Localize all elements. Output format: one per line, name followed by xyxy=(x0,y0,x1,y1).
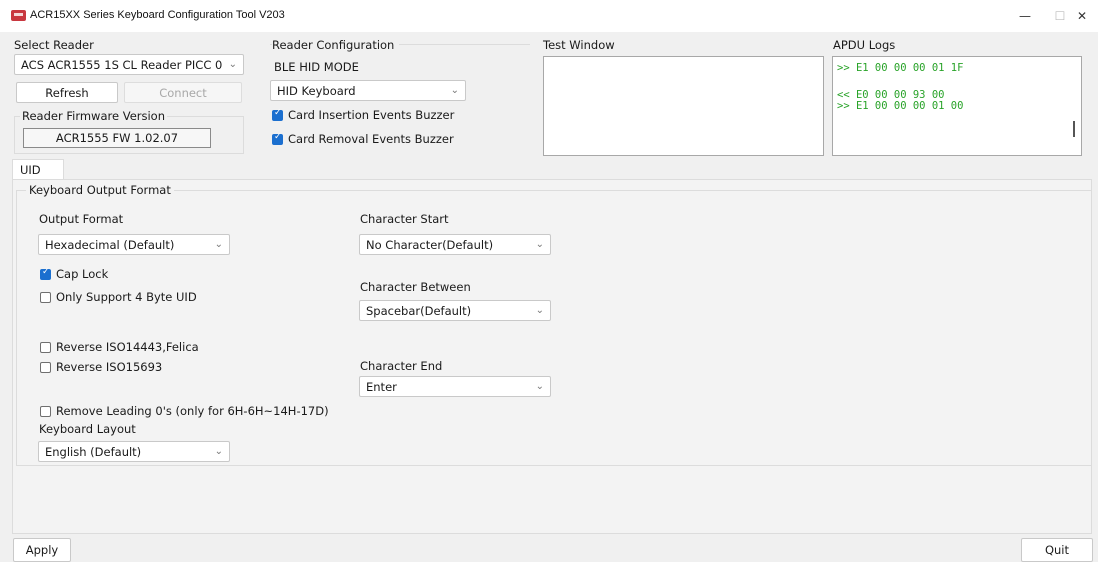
test-window-title: Test Window xyxy=(543,38,615,52)
chevron-down-icon: ⌄ xyxy=(450,85,459,96)
chevron-down-icon: ⌄ xyxy=(535,305,544,316)
app-icon xyxy=(11,10,26,21)
only-4-byte-uid-checkbox[interactable] xyxy=(40,292,51,303)
keyboard-output-format-title: Keyboard Output Format xyxy=(26,183,174,197)
connect-button[interactable]: Connect xyxy=(124,82,242,103)
quit-button[interactable]: Quit xyxy=(1021,538,1093,562)
character-start-select[interactable]: No Character(Default) ⌄ xyxy=(359,234,551,255)
cap-lock-label: Cap Lock xyxy=(56,267,109,281)
apply-button[interactable]: Apply xyxy=(13,538,71,562)
chevron-down-icon: ⌄ xyxy=(228,59,237,70)
character-start-select-value: No Character(Default) xyxy=(366,238,494,252)
ble-hid-mode-label: BLE HID MODE xyxy=(274,60,359,74)
chevron-down-icon: ⌄ xyxy=(214,239,223,250)
keyboard-layout-label: Keyboard Layout xyxy=(39,422,136,436)
character-start-label: Character Start xyxy=(360,212,449,226)
tab-uid-label: UID xyxy=(20,163,41,177)
hid-mode-select[interactable]: HID Keyboard ⌄ xyxy=(270,80,466,101)
output-format-select-value: Hexadecimal (Default) xyxy=(45,238,175,252)
log-scrollbar[interactable] xyxy=(1073,121,1075,137)
hid-mode-select-value: HID Keyboard xyxy=(277,84,356,98)
cap-lock-checkbox[interactable] xyxy=(40,267,51,280)
output-format-label: Output Format xyxy=(39,212,124,226)
log-line: >> E1 00 00 00 01 1F xyxy=(837,62,964,74)
reverse-iso14443-checkbox[interactable] xyxy=(40,342,51,353)
log-line: >> E1 00 00 00 01 00 xyxy=(837,100,964,112)
reverse-iso14443-label: Reverse ISO14443,Felica xyxy=(56,340,199,354)
keyboard-layout-select[interactable]: English (Default) ⌄ xyxy=(38,441,230,462)
removal-buzzer-checkbox[interactable] xyxy=(272,132,283,145)
keyboard-output-format-group xyxy=(16,190,1092,466)
chevron-down-icon: ⌄ xyxy=(535,381,544,392)
character-between-label: Character Between xyxy=(360,280,471,294)
tab-uid[interactable]: UID xyxy=(12,159,64,180)
minimize-icon[interactable]: — xyxy=(1005,0,1045,32)
insertion-buzzer-checkbox[interactable] xyxy=(272,108,283,121)
chevron-down-icon: ⌄ xyxy=(535,239,544,250)
remove-leading-zeros-label: Remove Leading 0's (only for 6H-6H~14H-1… xyxy=(56,404,329,418)
apdu-logs-textarea[interactable]: >> E1 00 00 00 01 1F << E0 00 00 93 00 >… xyxy=(832,56,1082,156)
test-window-textarea[interactable] xyxy=(543,56,824,156)
character-end-label: Character End xyxy=(360,359,443,373)
refresh-button[interactable]: Refresh xyxy=(16,82,118,103)
apdu-logs-title: APDU Logs xyxy=(833,38,896,52)
firmware-version-field: ACR1555 FW 1.02.07 xyxy=(23,128,211,148)
reader-config-title: Reader Configuration xyxy=(272,38,400,52)
select-reader-title: Select Reader xyxy=(14,38,94,52)
removal-buzzer-label: Card Removal Events Buzzer xyxy=(288,132,454,146)
only-4-byte-uid-label: Only Support 4 Byte UID xyxy=(56,290,197,304)
character-between-select[interactable]: Spacebar(Default) ⌄ xyxy=(359,300,551,321)
firmware-title: Reader Firmware Version xyxy=(20,109,168,123)
character-between-select-value: Spacebar(Default) xyxy=(366,304,472,318)
remove-leading-zeros-checkbox[interactable] xyxy=(40,406,51,417)
reader-select[interactable]: ACS ACR1555 1S CL Reader PICC 0 ⌄ xyxy=(14,54,244,75)
character-end-select-value: Enter xyxy=(366,380,397,394)
keyboard-layout-select-value: English (Default) xyxy=(45,445,142,459)
reader-select-value: ACS ACR1555 1S CL Reader PICC 0 xyxy=(21,58,223,72)
chevron-down-icon: ⌄ xyxy=(214,446,223,457)
character-end-select[interactable]: Enter ⌄ xyxy=(359,376,551,397)
insertion-buzzer-label: Card Insertion Events Buzzer xyxy=(288,108,455,122)
reverse-iso15693-checkbox[interactable] xyxy=(40,362,51,373)
reverse-iso15693-label: Reverse ISO15693 xyxy=(56,360,163,374)
window-title: ACR15XX Series Keyboard Configuration To… xyxy=(30,9,285,21)
close-icon[interactable]: ✕ xyxy=(1062,0,1098,32)
output-format-select[interactable]: Hexadecimal (Default) ⌄ xyxy=(38,234,230,255)
